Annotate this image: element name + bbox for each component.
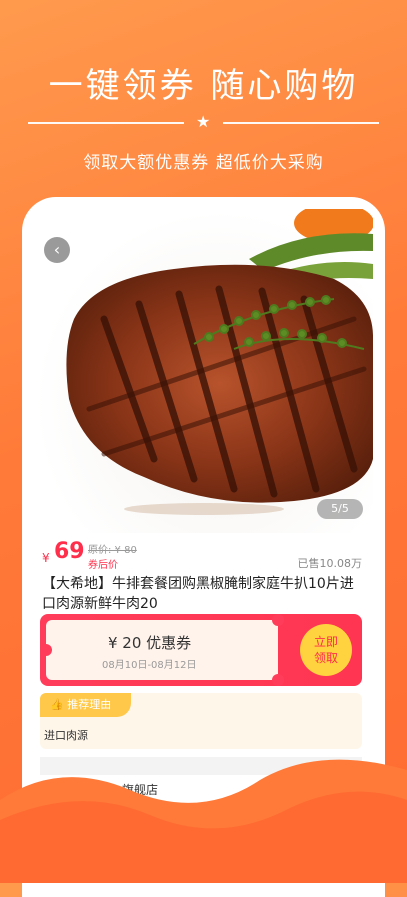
coupon-amount: ¥ 20 优惠券 [108,634,192,652]
image-page-indicator: 5/5 [317,499,363,519]
chevron-left-icon: ‹ [53,240,61,259]
price-row: ¥ 69 原价: ¥ 80 券后价 已售10.08万 [42,537,362,573]
price-value: 69 [54,539,85,564]
product-image[interactable]: ‹ 5/5 [34,209,373,533]
coupon-ticket: ¥ 20 优惠券 08月10日-08月12日 [40,614,284,686]
product-title: 【大希地】牛排套餐团购黑椒腌制家庭牛扒10片进口肉源新鲜牛肉20 [42,576,354,612]
coupon-notch-right [272,614,284,626]
coupon-date-range: 08月10日-08月12日 [102,660,197,671]
reason-tag: 👍 推荐理由 [40,693,132,717]
back-button[interactable]: ‹ [44,237,70,263]
star-icon: ★ [196,112,211,131]
after-coupon-label: 券后价 [88,560,118,571]
coupon-notch-right-bottom [272,674,284,686]
coupon-notch-left [40,644,52,656]
sold-count: 已售10.08万 [297,557,363,570]
coupon-card[interactable]: ¥ 20 优惠券 08月10日-08月12日 立即 领取 [40,614,362,686]
promo-headline: 一键领券 随心购物 [48,66,359,106]
bottom-wave [0,759,407,883]
claim-coupon-label: 立即 领取 [313,635,338,665]
claim-coupon-button[interactable]: 立即 领取 [300,624,352,676]
steak-image [66,209,373,515]
currency-symbol: ¥ [42,551,50,565]
original-price: 原价: ¥ 80 [88,545,137,556]
headline-divider: ★ [28,112,379,131]
thumbs-up-icon: 👍 [50,698,64,711]
reason-tag-label: 推荐理由 [67,698,112,711]
promo-subhead: 领取大额优惠券 超低价大采购 [83,153,324,173]
